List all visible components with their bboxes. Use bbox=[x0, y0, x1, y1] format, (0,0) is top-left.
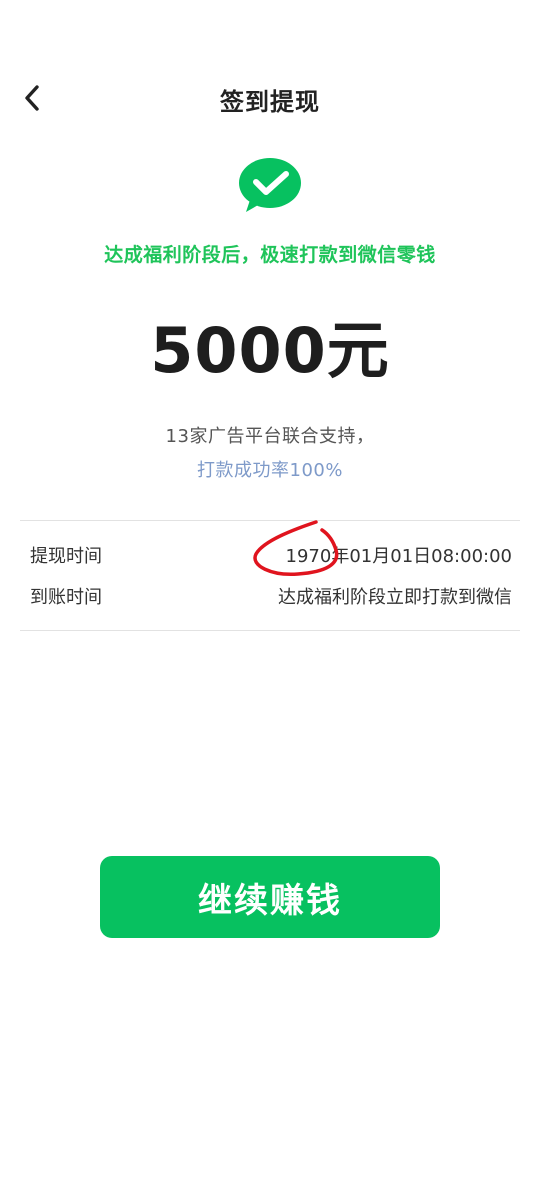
arrival-time-row: 到账时间 达成福利阶段立即打款到微信 bbox=[30, 583, 512, 613]
withdraw-time-row: 提现时间 1970年01月01日08:00:00 bbox=[30, 542, 512, 572]
arrival-time-value: 达成福利阶段立即打款到微信 bbox=[278, 587, 512, 608]
success-rate-text: 打款成功率100% bbox=[197, 460, 343, 481]
support-text: 13家广告平台联合支持， bbox=[165, 426, 375, 447]
header: 签到提现 bbox=[0, 70, 540, 126]
withdraw-time-value: 1970年01月01日08:00:00 bbox=[285, 546, 512, 567]
wechat-pay-icon bbox=[239, 158, 301, 212]
subtitle: 达成福利阶段后，极速打款到微信零钱 bbox=[104, 244, 436, 266]
withdraw-time-label: 提现时间 bbox=[30, 546, 102, 567]
divider-bottom bbox=[20, 630, 520, 631]
continue-earning-button[interactable]: 继续赚钱 bbox=[100, 856, 440, 938]
withdraw-amount: 5000元 bbox=[150, 314, 390, 387]
page-title: 签到提现 bbox=[220, 88, 320, 116]
arrival-time-label: 到账时间 bbox=[30, 587, 102, 608]
divider-top bbox=[20, 520, 520, 521]
